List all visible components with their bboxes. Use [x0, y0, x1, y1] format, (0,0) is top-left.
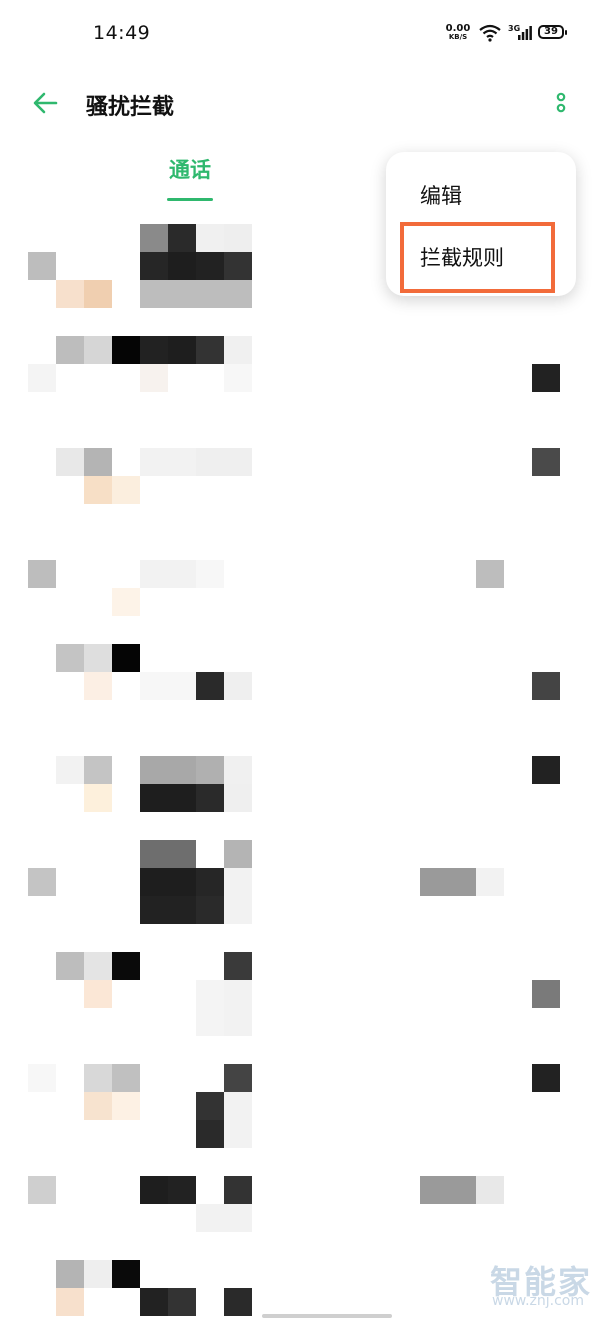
- status-bar: 14:49 0.00 KB/S 3G 39: [0, 0, 600, 68]
- highlight-annotation-box: [400, 222, 555, 293]
- list-item[interactable]: [0, 948, 600, 1060]
- tab-calls-label: 通话: [169, 158, 211, 182]
- list-item[interactable]: [0, 640, 600, 752]
- watermark: 智能家 www.znj.com: [488, 1257, 596, 1313]
- network-speed: 0.00 KB/S: [444, 24, 472, 42]
- menu-item-edit[interactable]: 编辑: [386, 166, 576, 224]
- page-title: 骚扰拦截: [86, 95, 175, 120]
- app-bar: 骚扰拦截: [0, 68, 600, 138]
- tab-active-indicator: [167, 198, 213, 201]
- more-options-icon[interactable]: [546, 88, 576, 118]
- network-speed-unit: KB/S: [448, 33, 468, 41]
- watermark-url: www.znj.com: [492, 1293, 584, 1309]
- wifi-icon: [479, 24, 501, 42]
- tab-calls[interactable]: 通话: [150, 154, 230, 204]
- signal-bars-icon: [518, 26, 532, 40]
- network-speed-value: 0.00: [445, 23, 471, 34]
- list-item[interactable]: [0, 1060, 600, 1172]
- home-indicator[interactable]: [262, 1314, 392, 1318]
- call-log-list: [0, 220, 600, 1320]
- list-item[interactable]: [0, 332, 600, 444]
- cellular-signal-icon: 3G: [508, 22, 532, 42]
- back-arrow-icon[interactable]: [28, 88, 62, 118]
- battery-icon: 39: [538, 25, 567, 39]
- list-item[interactable]: [0, 444, 600, 556]
- battery-level: 39: [544, 26, 558, 37]
- menu-item-edit-label: 编辑: [420, 184, 462, 208]
- status-time: 14:49: [93, 22, 151, 44]
- list-item[interactable]: [0, 836, 600, 948]
